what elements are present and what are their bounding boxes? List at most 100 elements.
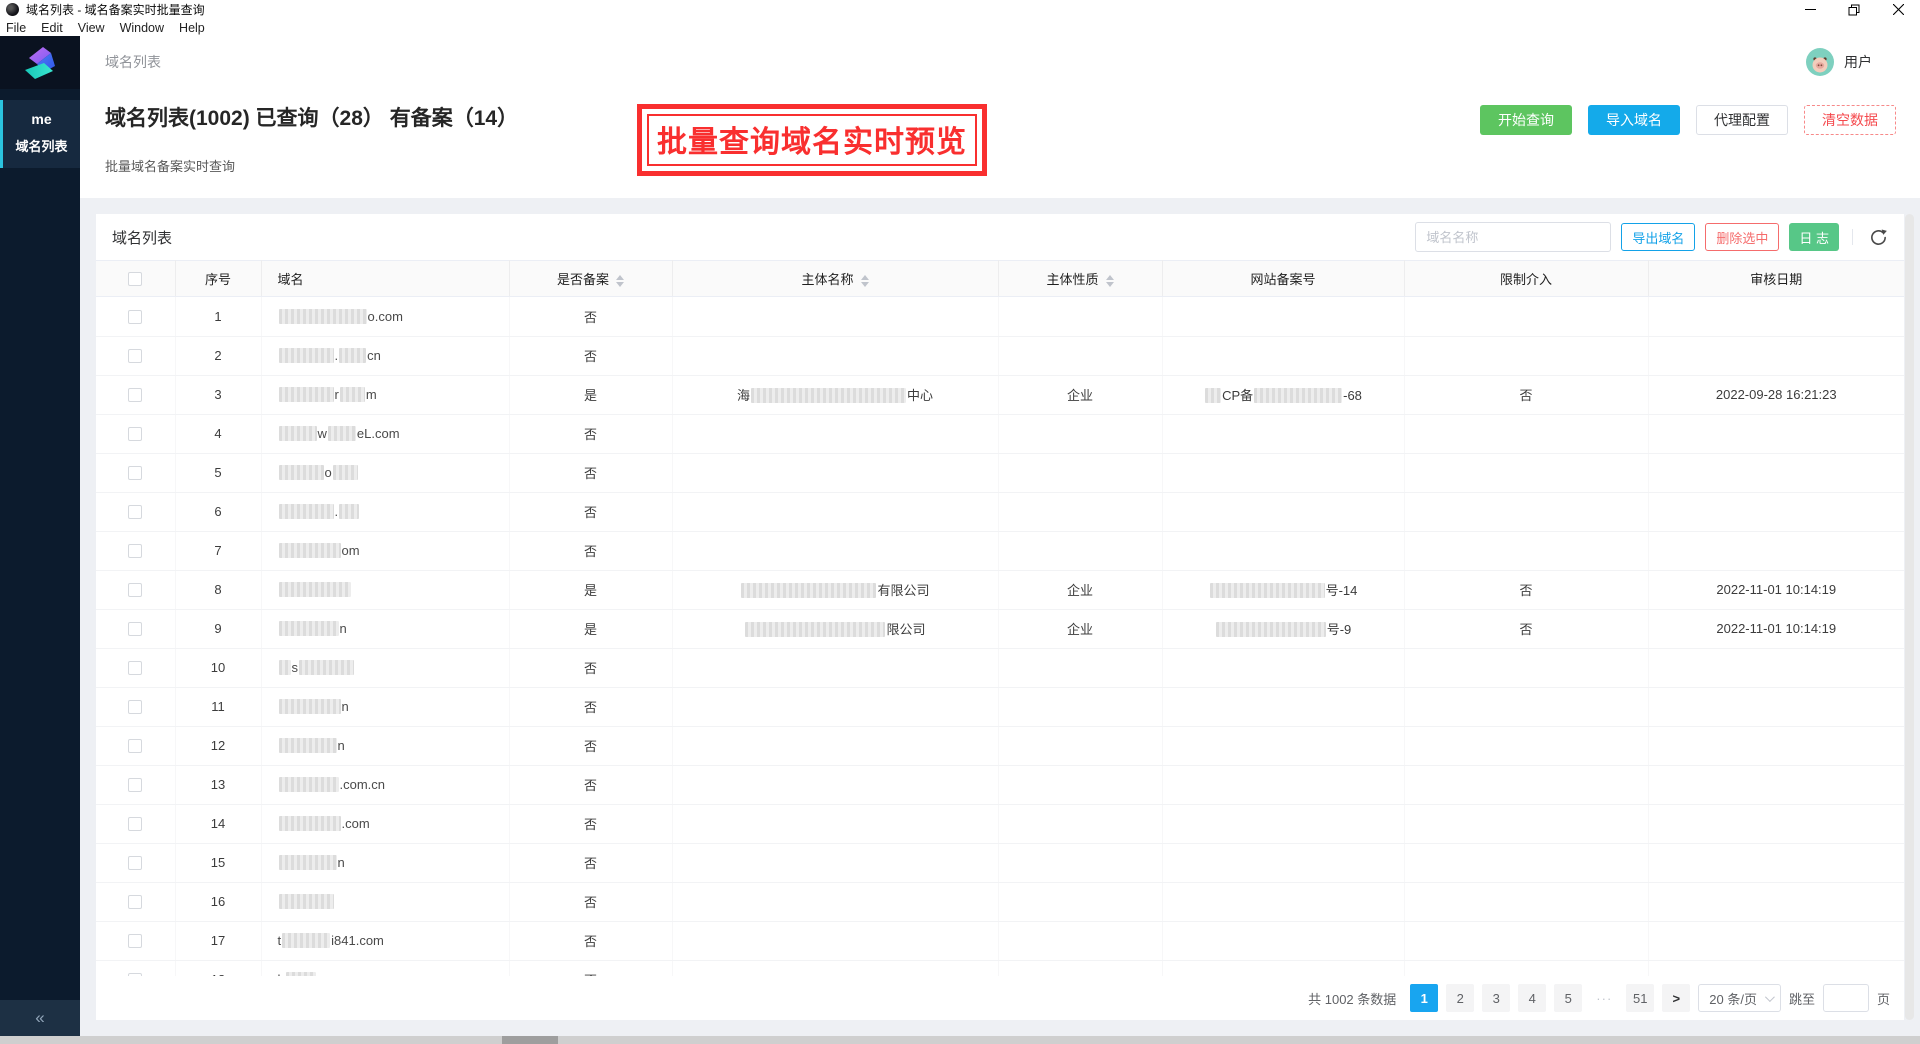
restricted-cell [1404,687,1648,726]
avatar [1806,48,1834,76]
search-input[interactable] [1415,222,1611,252]
filed-cell: 否 [509,960,672,976]
clear-data-button[interactable]: 清空数据 [1804,105,1896,135]
row-checkbox[interactable] [128,466,142,480]
owner-cell [672,921,998,960]
menu-help[interactable]: Help [179,21,205,35]
row-number: 4 [175,414,261,453]
next-page-button[interactable]: > [1662,984,1690,1012]
collapse-icon: « [35,1008,44,1028]
top-header: 域名列表 用户 [80,36,1920,88]
domain-cell: ti841.com [261,921,509,960]
page-button-3[interactable]: 3 [1482,984,1510,1012]
owner-cell [672,414,998,453]
export-domains-button[interactable]: 导出域名 [1621,223,1695,251]
close-button[interactable] [1876,0,1920,19]
row-checkbox[interactable] [128,661,142,675]
page-title: 域名列表(1002) 已查询（28） 有备案（14） [105,102,518,132]
sort-caret-icon[interactable] [861,275,869,287]
domain-cell: . [261,492,509,531]
select-all-header [96,261,175,297]
vertical-scrollbar[interactable] [1905,214,1914,1020]
row-checkbox[interactable] [128,388,142,402]
row-checkbox[interactable] [128,310,142,324]
row-checkbox[interactable] [128,895,142,909]
row-checkbox[interactable] [128,856,142,870]
delete-selected-button[interactable]: 删除选中 [1705,223,1779,251]
sidebar-item-label: 域名列表 [3,136,80,155]
menu-window[interactable]: Window [120,21,164,35]
redacted-text [279,660,291,675]
select-all-checkbox[interactable] [128,272,142,286]
filed-cell: 否 [509,726,672,765]
menu-file[interactable]: File [6,21,26,35]
column-header-主体性质[interactable]: 主体性质 [998,261,1162,297]
start-query-button[interactable]: 开始查询 [1480,105,1572,135]
log-button[interactable]: 日 志 [1789,223,1839,251]
license-cell: CP备-68 [1162,375,1404,414]
nature-cell [998,648,1162,687]
user-menu[interactable]: 用户 [1806,48,1872,76]
row-checkbox[interactable] [128,544,142,558]
page-button-51[interactable]: 51 [1626,984,1654,1012]
owner-cell [672,882,998,921]
table-header: 序号域名是否备案主体名称主体性质网站备案号限制介入审核日期 [96,260,1904,297]
row-checkbox[interactable] [128,427,142,441]
menu-view[interactable]: View [78,21,105,35]
nature-cell: 企业 [998,609,1162,648]
page-button-4[interactable]: 4 [1518,984,1546,1012]
page-size-select[interactable]: 20 条/页 [1698,984,1781,1012]
proxy-config-button[interactable]: 代理配置 [1696,105,1788,135]
page-button-1[interactable]: 1 [1410,984,1438,1012]
sidebar-item-domain-list[interactable]: me 域名列表 [0,100,80,168]
row-checkbox[interactable] [128,778,142,792]
license-cell [1162,453,1404,492]
import-domains-button[interactable]: 导入域名 [1588,105,1680,135]
redacted-text [279,738,337,753]
redacted-text [1205,388,1221,403]
column-header-是否备案[interactable]: 是否备案 [509,261,672,297]
row-checkbox[interactable] [128,505,142,519]
filed-cell: 否 [509,453,672,492]
license-cell [1162,492,1404,531]
table-row: 15n否 [96,843,1904,882]
redacted-text [751,388,906,403]
minimize-button[interactable] [1788,0,1832,19]
row-checkbox[interactable] [128,739,142,753]
jump-page-input[interactable] [1823,984,1869,1012]
row-checkbox[interactable] [128,622,142,636]
row-checkbox[interactable] [128,583,142,597]
table-row: 2.cn否 [96,336,1904,375]
sort-caret-icon[interactable] [616,275,624,287]
row-checkbox[interactable] [128,934,142,948]
owner-cell: 海中心 [672,375,998,414]
sidebar-collapse-button[interactable]: « [0,1000,80,1036]
page-button-5[interactable]: 5 [1554,984,1582,1012]
page-button-2[interactable]: 2 [1446,984,1474,1012]
restricted-cell [1404,921,1648,960]
sort-caret-icon[interactable] [1106,275,1114,287]
audit-date-cell [1648,414,1904,453]
owner-cell [672,336,998,375]
restore-button[interactable] [1832,0,1876,19]
filed-cell: 是 [509,609,672,648]
user-label: 用户 [1844,52,1872,72]
column-label: 审核日期 [1750,272,1802,287]
app-icon [6,3,19,16]
column-label: 序号 [205,272,231,287]
refresh-icon [1869,228,1888,247]
row-checkbox[interactable] [128,700,142,714]
row-checkbox[interactable] [128,817,142,831]
menu-edit[interactable]: Edit [41,21,63,35]
table-row: 11n否 [96,687,1904,726]
license-cell [1162,726,1404,765]
nature-cell [998,726,1162,765]
filed-cell: 否 [509,297,672,336]
row-number: 2 [175,336,261,375]
refresh-button[interactable] [1866,225,1890,249]
column-header-主体名称[interactable]: 主体名称 [672,261,998,297]
table-row: 16否 [96,882,1904,921]
audit-date-cell [1648,687,1904,726]
row-checkbox[interactable] [128,349,142,363]
restricted-cell [1404,297,1648,336]
